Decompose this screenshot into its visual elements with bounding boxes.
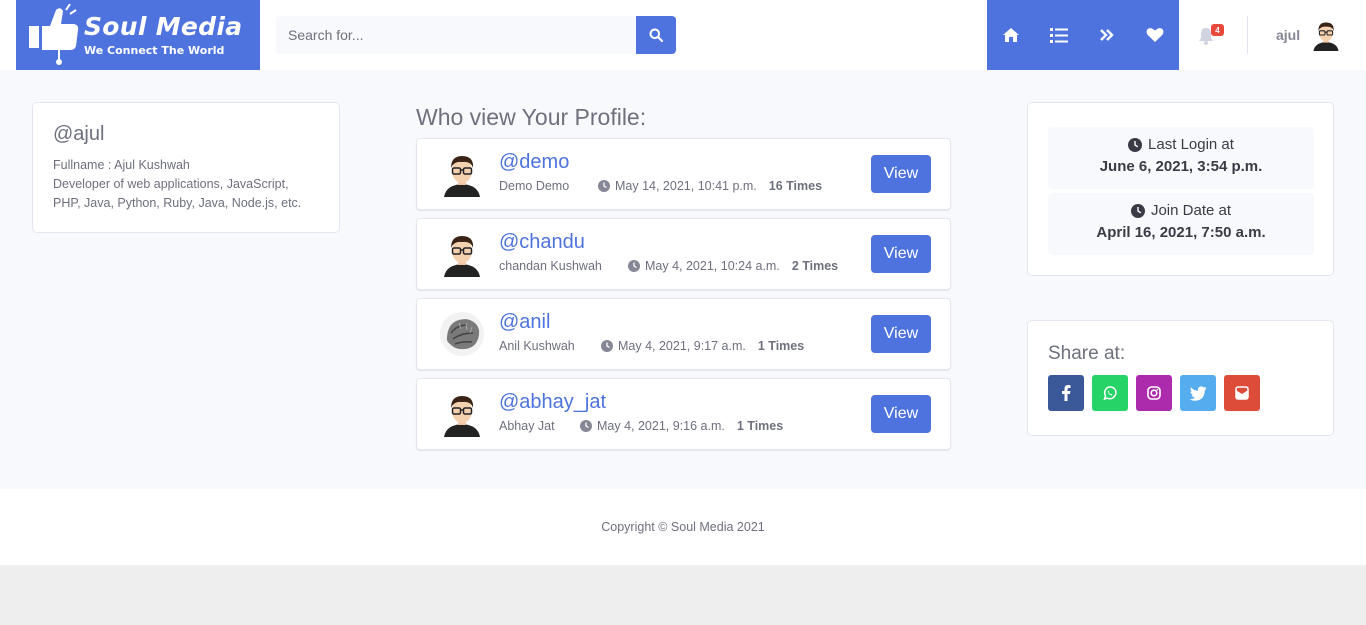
login-stats-card: Last Login at June 6, 2021, 3:54 p.m. Jo… (1027, 102, 1334, 276)
last-login-value: June 6, 2021, 3:54 p.m. (1099, 158, 1263, 175)
topbar-divider (1247, 16, 1248, 54)
viewer-avatar (444, 156, 480, 197)
clock-icon (1128, 137, 1143, 152)
nav-home-button[interactable] (987, 0, 1035, 70)
brand[interactable]: Soul Media We Connect The World (16, 0, 260, 70)
share-card: Share at: (1027, 320, 1334, 436)
top-navbar: Soul Media We Connect The World Search f… (0, 0, 1366, 70)
profile-card: @ajul Fullname : Ajul Kushwah Developer … (32, 102, 340, 233)
viewer-time-text: May 4, 2021, 10:24 a.m. (645, 259, 780, 273)
profile-views-title: Who view Your Profile: (416, 104, 647, 130)
viewer-handle-link[interactable]: @demo (499, 151, 569, 174)
viewer-count: 1 Times (757, 339, 805, 353)
viewer-count: 1 Times (736, 419, 784, 433)
profile-bio-line: PHP, Java, Python, Ruby, Java, Node.js, … (53, 196, 302, 210)
viewer-avatar (444, 396, 480, 437)
last-login-label: Last Login at (1148, 136, 1234, 153)
profile-handle: @ajul (53, 123, 105, 145)
viewer-row: @chandu chandan Kushwah May 4, 2021, 10:… (416, 218, 951, 290)
share-facebook-button[interactable] (1048, 375, 1084, 411)
brand-name: Soul Media (84, 12, 243, 41)
viewer-name: Demo Demo (499, 179, 570, 193)
view-profile-button[interactable]: View (871, 395, 931, 433)
viewer-time: May 4, 2021, 9:17 a.m. 1 Times (601, 339, 804, 353)
copyright-text: Copyright © Soul Media 2021 (601, 520, 765, 534)
facebook-icon (1062, 385, 1071, 401)
heart-icon (1146, 28, 1164, 42)
viewer-name: Anil Kushwah (499, 339, 575, 353)
view-profile-button[interactable]: View (871, 315, 931, 353)
join-date-label: Join Date at (1150, 202, 1232, 219)
notification-count-badge: 4 (1211, 24, 1224, 36)
whatsapp-icon (1103, 386, 1117, 401)
viewer-avatar (440, 312, 484, 356)
viewer-time: May 4, 2021, 9:16 a.m. 1 Times (580, 419, 783, 433)
last-login-box: Last Login at June 6, 2021, 3:54 p.m. (1048, 127, 1314, 189)
viewer-time: May 4, 2021, 10:24 a.m. 2 Times (628, 259, 838, 273)
double-chevron-right-icon (1100, 29, 1114, 41)
view-profile-button[interactable]: View (871, 235, 931, 273)
viewer-handle-link[interactable]: @anil (499, 311, 550, 334)
share-instagram-button[interactable] (1136, 375, 1172, 411)
clock-icon (1130, 203, 1145, 218)
share-buttons (1048, 375, 1313, 411)
nav-forward-button[interactable] (1083, 0, 1131, 70)
search-button[interactable] (636, 16, 676, 54)
nav-icon-group (987, 0, 1179, 70)
join-date-box: Join Date at April 16, 2021, 7:50 a.m. (1048, 193, 1314, 255)
clock-icon (601, 340, 613, 352)
clock-icon (598, 180, 610, 192)
share-email-button[interactable] (1224, 375, 1260, 411)
viewer-time-text: May 4, 2021, 9:16 a.m. (597, 419, 725, 433)
brand-tagline: We Connect The World (84, 44, 225, 57)
footer: Copyright © Soul Media 2021 (0, 489, 1366, 565)
nav-favorites-button[interactable] (1131, 0, 1179, 70)
main-content: @ajul Fullname : Ajul Kushwah Developer … (0, 70, 1366, 489)
viewer-handle-link[interactable]: @abhay_jat (499, 391, 606, 414)
join-date-value: April 16, 2021, 7:50 a.m. (1096, 224, 1266, 241)
viewer-handle-link[interactable]: @chandu (499, 231, 585, 254)
user-avatar (1313, 22, 1339, 51)
viewer-row: @anil Anil Kushwah May 4, 2021, 9:17 a.m… (416, 298, 951, 370)
viewer-name: chandan Kushwah (499, 259, 602, 273)
twitter-icon (1189, 385, 1207, 401)
home-icon (1003, 28, 1019, 42)
user-menu[interactable]: ajul (1262, 14, 1342, 56)
viewer-time: May 14, 2021, 10:41 p.m. 16 Times (598, 179, 822, 193)
list-icon (1050, 27, 1068, 43)
share-title: Share at: (1048, 343, 1126, 364)
share-twitter-button[interactable] (1180, 375, 1216, 411)
clock-icon (580, 420, 592, 432)
search-input[interactable] (276, 16, 636, 54)
search-icon (649, 28, 663, 42)
viewer-time-text: May 4, 2021, 9:17 a.m. (618, 339, 746, 353)
viewer-avatar (444, 236, 480, 277)
email-icon (1235, 386, 1249, 400)
view-profile-button[interactable]: View (871, 155, 931, 193)
profile-fullname: Fullname : Ajul Kushwah (53, 158, 190, 172)
share-whatsapp-button[interactable] (1092, 375, 1128, 411)
nav-list-button[interactable] (1035, 0, 1083, 70)
viewer-name: Abhay Jat (499, 419, 555, 433)
viewer-row: @abhay_jat Abhay Jat May 4, 2021, 9:16 a… (416, 378, 951, 450)
clock-icon (628, 260, 640, 272)
viewer-row: @demo Demo Demo May 14, 2021, 10:41 p.m.… (416, 138, 951, 210)
user-name: ajul (1276, 27, 1301, 43)
viewer-count: 16 Times (768, 179, 823, 193)
instagram-icon (1147, 386, 1161, 400)
viewer-time-text: May 14, 2021, 10:41 p.m. (615, 179, 757, 193)
profile-bio-line: Developer of web applications, JavaScrip… (53, 177, 289, 191)
viewer-count: 2 Times (791, 259, 839, 273)
thumbs-up-logo-icon (29, 4, 79, 65)
